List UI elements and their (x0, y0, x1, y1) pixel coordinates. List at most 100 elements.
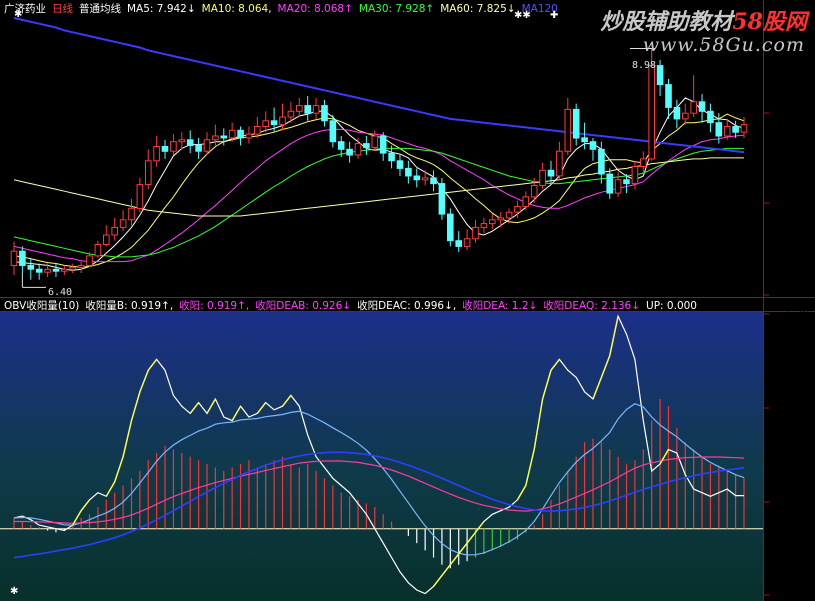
watermark-title: 炒股辅助教材58股网 (600, 4, 807, 36)
candle-body (463, 238, 471, 247)
candle-body (262, 120, 269, 128)
watermark-url: www.58Gu.com (642, 34, 805, 56)
indicator-tick-label: -1.84 (782, 587, 815, 600)
obv-item-up: UP: 0.000 (646, 300, 697, 312)
candle-body (371, 135, 379, 148)
indicator-name[interactable]: 普通均线 (79, 3, 121, 15)
candle-body (161, 146, 169, 152)
candle-body (455, 240, 462, 247)
candle-body (103, 234, 110, 245)
candle-body (530, 185, 538, 198)
candle-body (472, 226, 479, 240)
candle-body (245, 133, 253, 139)
candle-body (304, 105, 311, 114)
candle-body (682, 112, 689, 120)
obv-item-b: 收阳量B: 0.919↑, (85, 300, 174, 312)
candle-body (673, 107, 681, 120)
candle-body (312, 105, 320, 114)
candle-body (52, 268, 60, 272)
candle-body (228, 129, 236, 139)
obv-item-deab: 收阳DEAB: 0.926↓ (255, 300, 352, 312)
ma30-value: MA30: 7.928↑ (358, 3, 435, 15)
candle-body (212, 135, 219, 141)
ma5-value: MA5: 7.942↓ (127, 3, 196, 15)
candle-body (35, 268, 43, 273)
candle-body (296, 105, 303, 112)
candle-body (145, 160, 152, 186)
candle-body (514, 205, 521, 213)
event-star-icon[interactable]: ✱ (14, 9, 22, 20)
candle-body (270, 120, 278, 126)
candle-body (581, 137, 588, 143)
candle-body (111, 226, 119, 236)
candle-body (405, 167, 412, 177)
ma10-value: MA10: 8.064, (201, 3, 272, 15)
candle-body (656, 65, 664, 86)
candle-body (413, 175, 421, 181)
candle-body (430, 177, 437, 185)
candle-body (631, 166, 639, 185)
candle-body (203, 139, 211, 152)
candle-body (698, 101, 706, 112)
high-price-label: 8.98 (632, 60, 657, 71)
candle-body (170, 141, 177, 152)
period-label[interactable]: 日线 (52, 3, 73, 15)
candle-body (614, 179, 622, 194)
candle-body (447, 213, 454, 242)
price-tick-label: 6.40 (788, 287, 815, 300)
candle-body (94, 244, 102, 257)
candle-body (254, 126, 261, 135)
candle-body (128, 207, 135, 221)
candle-body (186, 139, 194, 147)
candle-body (19, 250, 26, 266)
event-plus-icon[interactable]: ✚ (550, 10, 558, 21)
candle-body (279, 116, 286, 126)
candle-body (86, 255, 93, 266)
indicator-panel-header: OBV收阳量(10) 收阳量B: 0.919↑, 收阳: 0.919↑, 收阳DEAB… (4, 299, 703, 313)
candle-body (480, 223, 488, 228)
candle-body (61, 268, 68, 272)
candle-body (178, 139, 186, 143)
obv-item-dea: 收阳DEA: 1.2↓ (462, 300, 538, 312)
indicator-panel-background (0, 312, 763, 601)
candle-body (287, 110, 295, 118)
candle-body (27, 264, 35, 270)
candle-body (732, 126, 739, 133)
candle-body (220, 135, 228, 139)
candle-body (329, 120, 337, 143)
candle-body (363, 143, 370, 148)
candle-body (136, 184, 144, 209)
watermark-text: 炒股辅助教材 (600, 9, 733, 35)
ma20-value: MA20: 8.068↑ (277, 3, 353, 15)
candle-body (665, 84, 672, 108)
candle-body (715, 122, 723, 137)
price-tick-label: 7.42 (788, 195, 815, 208)
candle-body (556, 150, 563, 177)
candle-body (354, 143, 362, 156)
ma60-value: MA60: 7.825↓ (440, 3, 516, 15)
candle-body (648, 65, 656, 160)
candle-body (153, 146, 160, 162)
candle-body (564, 108, 572, 152)
indicator-tick-label: 4.02 (786, 401, 813, 414)
candle-body (195, 145, 202, 152)
candle-body (690, 101, 698, 114)
candle-body (598, 148, 605, 175)
stock-name[interactable]: 广济药业 (4, 3, 46, 15)
candle-body (740, 124, 748, 133)
candle-body (505, 211, 513, 219)
obv-item-deaq: 收阳DEAQ: 2.136↓ (543, 300, 641, 312)
indicator-tick-label: 1.09 (786, 496, 813, 509)
candle-body (438, 183, 446, 215)
candle-body (69, 266, 77, 270)
candle-body (388, 152, 395, 162)
event-star-icon[interactable]: ✱✱ (514, 10, 531, 21)
candle-body (396, 160, 404, 169)
candle-body (44, 268, 51, 273)
candle-body (337, 141, 345, 150)
candle-body (640, 158, 647, 167)
candle-body (606, 173, 614, 194)
obv-indicator-name[interactable]: OBV收阳量(10) (4, 300, 79, 312)
candle-body (77, 264, 85, 268)
candle-body (522, 196, 530, 207)
